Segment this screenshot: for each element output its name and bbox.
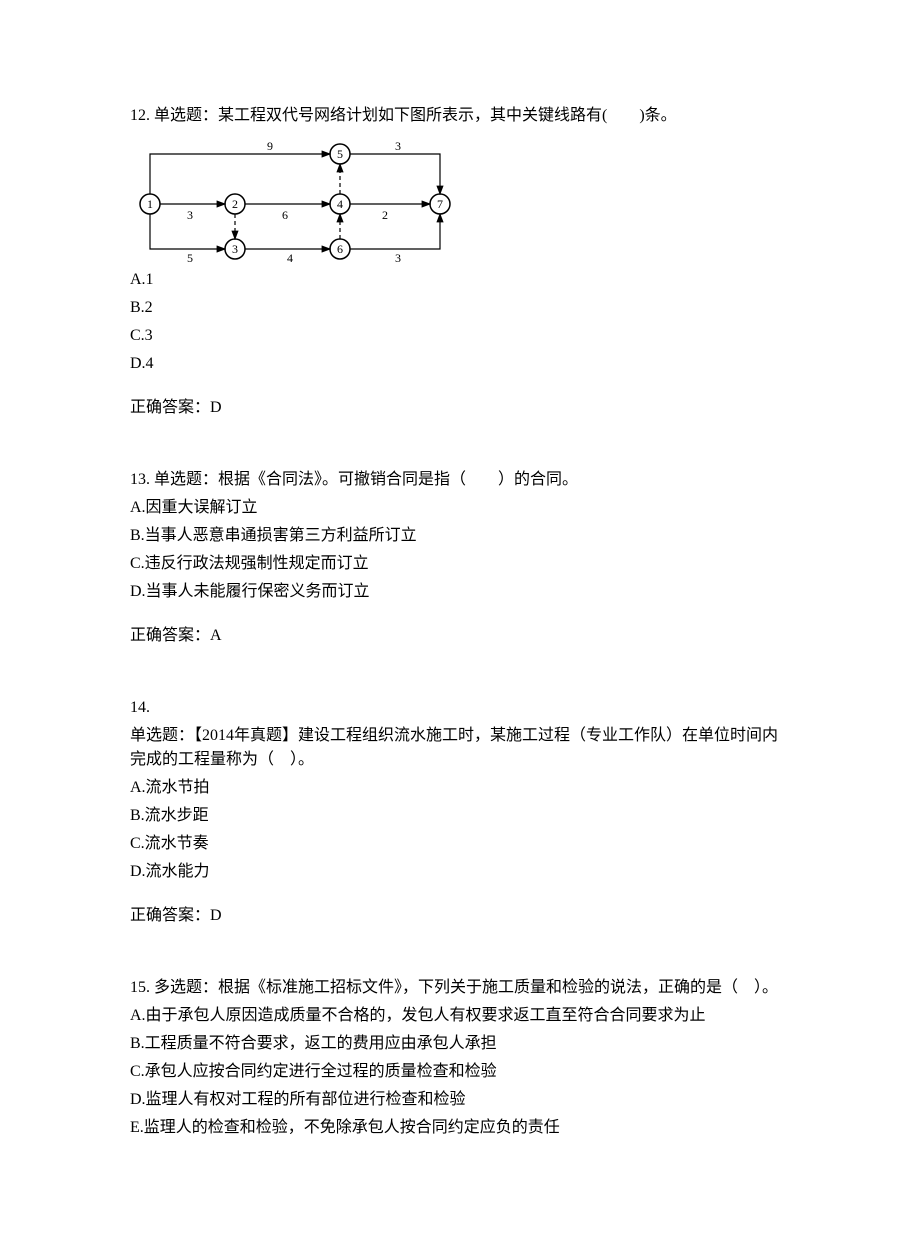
q12-opt-a: A.1 [130, 268, 790, 292]
q12-answer: 正确答案：D [130, 396, 790, 420]
edge-3-6-label: 4 [287, 251, 293, 264]
q13-opt-b: B.当事人恶意串通损害第三方利益所订立 [130, 524, 790, 548]
q12-opt-c: C.3 [130, 324, 790, 348]
node-5: 5 [337, 147, 343, 161]
edge-4-7-label: 2 [382, 208, 388, 222]
diagram-svg: 1 2 3 4 5 6 7 [130, 134, 470, 264]
q12-stem: 12. 单选题：某工程双代号网络计划如下图所表示，其中关键线路有( )条。 [130, 104, 790, 128]
q14-answer: 正确答案：D [130, 904, 790, 928]
edge-2-4-label: 6 [282, 208, 288, 222]
q12-opt-d: D.4 [130, 352, 790, 376]
node-1: 1 [147, 197, 153, 211]
edge-1-5-label: 9 [267, 139, 273, 153]
q12-opt-b: B.2 [130, 296, 790, 320]
q15-opt-c: C.承包人应按合同约定进行全过程的质量检查和检验 [130, 1060, 790, 1084]
edge-1-2-label: 3 [187, 208, 193, 222]
edge-5-7-label: 3 [395, 139, 401, 153]
node-3: 3 [232, 242, 238, 256]
q13-stem: 13. 单选题：根据《合同法》。可撤销合同是指（ ）的合同。 [130, 468, 790, 492]
q14-opt-a: A.流水节拍 [130, 776, 790, 800]
q15-opt-d: D.监理人有权对工程的所有部位进行检查和检验 [130, 1088, 790, 1112]
q15-stem: 15. 多选题：根据《标准施工招标文件》，下列关于施工质量和检验的说法，正确的是… [130, 976, 790, 1000]
q15-opt-e: E.监理人的检查和检验，不免除承包人按合同约定应负的责任 [130, 1116, 790, 1140]
q14-stem: 单选题：【2014年真题】建设工程组织流水施工时，某施工过程（专业工作队）在单位… [130, 724, 790, 772]
node-7: 7 [437, 197, 443, 211]
edge-2-3-label: 5 [187, 251, 193, 264]
q13-opt-c: C.违反行政法规强制性规定而订立 [130, 552, 790, 576]
network-diagram: 1 2 3 4 5 6 7 [130, 134, 790, 264]
question-13: 13. 单选题：根据《合同法》。可撤销合同是指（ ）的合同。 A.因重大误解订立… [130, 468, 790, 648]
question-14: 14. 单选题：【2014年真题】建设工程组织流水施工时，某施工过程（专业工作队… [130, 696, 790, 928]
q14-opt-d: D.流水能力 [130, 860, 790, 884]
question-12: 12. 单选题：某工程双代号网络计划如下图所表示，其中关键线路有( )条。 1 … [130, 104, 790, 420]
edge-6-7-label: 3 [395, 251, 401, 264]
node-6: 6 [337, 242, 343, 256]
q13-answer: 正确答案：A [130, 624, 790, 648]
q13-opt-a: A.因重大误解订立 [130, 496, 790, 520]
node-4: 4 [337, 197, 343, 211]
node-2: 2 [232, 197, 238, 211]
q14-opt-b: B.流水步距 [130, 804, 790, 828]
q13-opt-d: D.当事人未能履行保密义务而订立 [130, 580, 790, 604]
q14-num: 14. [130, 696, 790, 720]
q14-opt-c: C.流水节奏 [130, 832, 790, 856]
q15-opt-b: B.工程质量不符合要求，返工的费用应由承包人承担 [130, 1032, 790, 1056]
page: 12. 单选题：某工程双代号网络计划如下图所表示，其中关键线路有( )条。 1 … [0, 0, 920, 1248]
q15-opt-a: A.由于承包人原因造成质量不合格的，发包人有权要求返工直至符合合同要求为止 [130, 1004, 790, 1028]
question-15: 15. 多选题：根据《标准施工招标文件》，下列关于施工质量和检验的说法，正确的是… [130, 976, 790, 1140]
